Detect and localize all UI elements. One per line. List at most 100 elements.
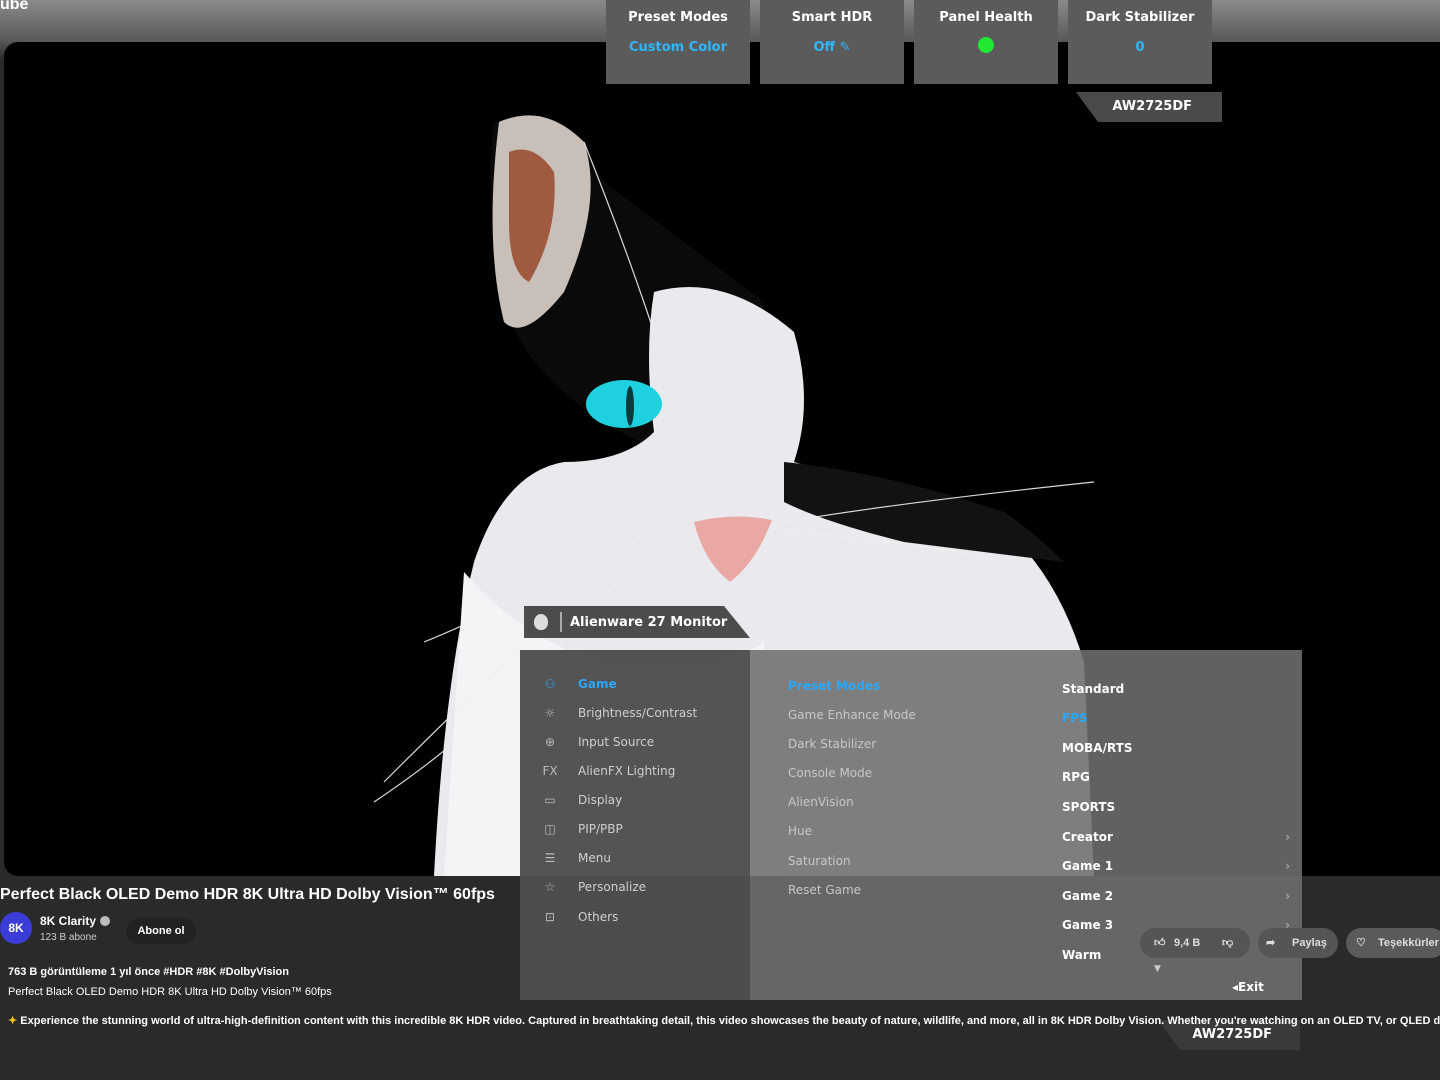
health-indicator-icon [978,37,994,53]
thanks-label: Teşekkürler [1378,937,1439,949]
share-button[interactable]: ➦ Paylaş [1258,928,1338,958]
quick-tile-value: Off ✎ [760,40,904,55]
submenu-reset-game[interactable]: Reset Game [788,883,861,897]
option-label: MOBA/RTS [1062,741,1133,755]
option-label: Warm [1062,948,1102,962]
display-icon: ▭ [544,793,556,807]
quick-tile-value: 0 [1135,40,1145,55]
quick-tile-title: Dark Stabilizer [1085,10,1195,25]
sparkle-icon: ✦ [8,1015,21,1027]
like-count: 9,4 B [1174,937,1201,949]
option-label: Game 1 [1062,859,1114,873]
quick-tile-smart-hdr[interactable]: Smart HDR Off ✎ [760,0,904,84]
option-label: Creator [1062,830,1113,844]
quick-tile-value: Custom Color [628,40,728,55]
thanks-button[interactable]: ♡ Teşekkürler [1346,928,1440,958]
menu-item-label: PIP/PBP [578,822,623,836]
quick-access-bar: Preset Modes Custom Color Smart HDR Off … [606,0,1212,84]
quick-tile-panel-health[interactable]: Panel Health [914,0,1058,84]
option-label: Game 2 [1062,889,1114,903]
fx-icon: FX [542,764,558,778]
menu-item-display[interactable]: ▭ Display [542,793,622,807]
exit-label: Exit [1238,980,1264,994]
menu-item-label: Input Source [578,735,655,749]
chevron-right-icon: › [1285,859,1290,873]
option-rpg[interactable]: RPG [1062,770,1290,784]
submenu-dark-stabilizer[interactable]: Dark Stabilizer [788,737,876,751]
quick-tile-dark-stabilizer[interactable]: Dark Stabilizer 0 [1068,0,1212,84]
quick-tile-title: Preset Modes [628,10,728,25]
gamepad-icon: ⚇ [544,677,556,691]
share-label: Paylaş [1292,937,1327,949]
option-moba-rts[interactable]: MOBA/RTS [1062,741,1290,755]
option-creator[interactable]: Creator › [1062,830,1290,844]
subscriber-count: 123 B abone [40,932,97,943]
edit-icon: ✎ [839,40,851,55]
sun-icon: ☼ [544,706,556,720]
video-description[interactable]: ✦ Experience the stunning world of ultra… [8,1014,1440,1027]
channel-avatar[interactable]: 8K [0,912,32,944]
submenu-hue[interactable]: Hue [788,824,812,838]
menu-item-alienfx[interactable]: FX AlienFX Lighting [542,764,675,778]
subscribe-button[interactable]: Abone ol [126,918,196,944]
menu-item-input-source[interactable]: ⊕ Input Source [542,735,654,749]
option-standard[interactable]: Standard [1062,682,1290,696]
menu-item-label: Menu [578,851,611,865]
youtube-logo: ube [0,0,29,13]
description-title: Perfect Black OLED Demo HDR 8K Ultra HD … [8,986,332,998]
description-text: Experience the stunning world of ultra-h… [20,1015,1440,1027]
menu-item-label: AlienFX Lighting [578,764,676,778]
menu-item-menu[interactable]: ☰ Menu [542,851,611,865]
option-sports[interactable]: SPORTS [1062,800,1290,814]
quick-tile-title: Panel Health [939,10,1033,25]
verified-icon [100,916,111,926]
option-fps[interactable]: FPS [1062,711,1290,725]
menu-item-game[interactable]: ⚇ Game [542,677,617,691]
option-label: RPG [1062,770,1090,784]
submenu-preset-modes[interactable]: Preset Modes [788,679,880,693]
exit-button[interactable]: ◂Exit [1232,980,1264,994]
chevron-right-icon: › [1285,889,1290,903]
divider [560,612,562,632]
menu-item-label: Personalize [578,880,647,894]
menu-item-pip-pbp[interactable]: ◫ PIP/PBP [542,822,623,836]
menu-item-brightness[interactable]: ☼ Brightness/Contrast [542,706,698,720]
input-icon: ⊕ [544,735,556,749]
quick-tile-value-text: Off [813,40,836,55]
model-tag-top: AW2725DF [1076,92,1222,122]
scroll-down-icon[interactable]: ▼ [1154,964,1161,974]
submenu-console-mode[interactable]: Console Mode [788,766,872,780]
menu-item-personalize[interactable]: ☆ Personalize [542,880,646,894]
submenu-saturation[interactable]: Saturation [788,854,851,868]
channel-name-text: 8K Clarity [40,914,97,928]
others-icon: ⊡ [544,910,556,924]
osd-main-menu: ⚇ Game ☼ Brightness/Contrast ⊕ Input Source… [520,650,750,1000]
quick-tile-title: Smart HDR [791,10,873,25]
model-label: AW2725DF [1112,99,1192,114]
alienware-logo-icon [534,614,548,630]
submenu-alienvision[interactable]: AlienVision [788,795,854,809]
option-label: Game 3 [1062,918,1114,932]
video-title: Perfect Black OLED Demo HDR 8K Ultra HD … [0,886,495,903]
like-dislike-group: 👍︎ 9,4 B 👎︎ [1140,928,1250,958]
option-label: SPORTS [1062,800,1116,814]
osd-title-bar: Alienware 27 Monitor [524,606,750,638]
menu-item-label: Brightness/Contrast [578,706,698,720]
menu-item-label: Others [578,910,619,924]
channel-name[interactable]: 8K Clarity [40,914,111,928]
video-meta: 763 B görüntüleme 1 yıl önce #HDR #8K #D… [8,966,289,978]
submenu-game-enhance-mode[interactable]: Game Enhance Mode [788,708,916,722]
thumbs-up-icon[interactable]: 👍︎ [1154,928,1166,958]
menu-item-label: Display [578,793,623,807]
share-icon: ➦ [1266,937,1276,949]
heart-icon: ♡ [1356,937,1366,949]
menu-item-others[interactable]: ⊡ Others [542,910,618,924]
pip-icon: ◫ [544,822,556,836]
thumbs-down-icon[interactable]: 👎︎ [1222,928,1233,958]
star-icon: ☆ [544,880,556,894]
quick-tile-preset-modes[interactable]: Preset Modes Custom Color [606,0,750,84]
option-label: Standard [1062,682,1125,696]
option-game-2[interactable]: Game 2 › [1062,889,1290,903]
menu-item-label: Game [578,677,617,691]
option-game-1[interactable]: Game 1 › [1062,859,1290,873]
